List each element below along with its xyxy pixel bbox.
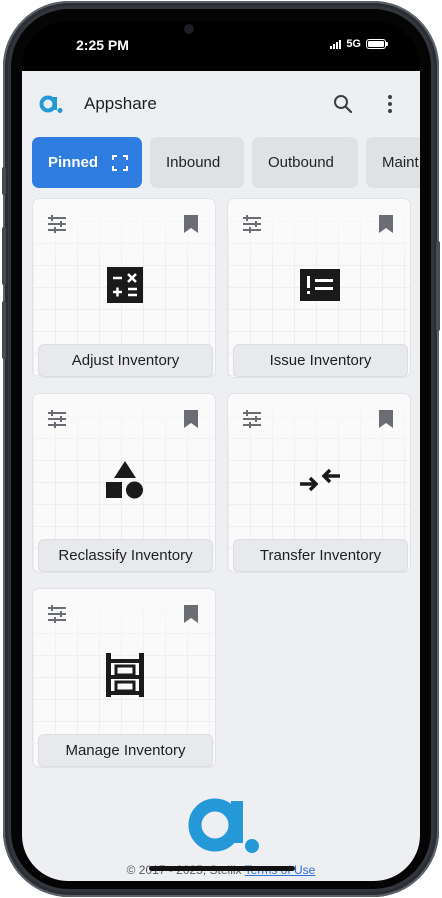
card-label[interactable]: Manage Inventory bbox=[38, 734, 213, 767]
bookmark-icon[interactable] bbox=[183, 604, 199, 624]
arrows-converge-icon bbox=[300, 468, 340, 492]
status-icons: 5G bbox=[330, 38, 388, 50]
tab-label: Inbound bbox=[166, 154, 221, 171]
bookmark-icon[interactable] bbox=[183, 409, 199, 429]
volume-up-button bbox=[2, 227, 6, 285]
card-label[interactable]: Reclassify Inventory bbox=[38, 539, 213, 572]
expand-icon bbox=[112, 154, 129, 171]
bookmark-icon[interactable] bbox=[183, 214, 199, 234]
tab-pinned[interactable]: Pinned bbox=[32, 137, 142, 188]
more-options-button[interactable] bbox=[380, 91, 400, 117]
home-indicator[interactable] bbox=[149, 866, 295, 871]
card-manage-inventory[interactable]: Manage Inventory bbox=[32, 588, 216, 768]
app-bar: Appshare bbox=[22, 71, 420, 137]
shelving-icon bbox=[106, 653, 144, 697]
tab-inbound[interactable]: Inbound bbox=[150, 137, 244, 188]
network-label: 5G bbox=[346, 38, 361, 50]
volume-down-button bbox=[2, 301, 6, 359]
bookmark-icon[interactable] bbox=[378, 409, 394, 429]
status-time: 2:25 PM bbox=[76, 37, 129, 53]
search-icon bbox=[334, 95, 353, 114]
battery-icon bbox=[366, 39, 388, 49]
list-alert-icon bbox=[300, 269, 340, 301]
tab-label: Outbound bbox=[268, 154, 334, 171]
card-adjust-inventory[interactable]: Adjust Inventory bbox=[32, 198, 216, 378]
phone-screen: 2:25 PM 5G Appshare Pinned Inbound Outbo… bbox=[22, 21, 420, 881]
card-transfer-inventory[interactable]: Transfer Inventory bbox=[227, 393, 411, 573]
card-label[interactable]: Adjust Inventory bbox=[38, 344, 213, 377]
search-button[interactable] bbox=[330, 91, 356, 117]
calculator-icon bbox=[107, 267, 143, 303]
tab-label: Pinned bbox=[48, 154, 99, 171]
more-vertical-icon bbox=[388, 95, 392, 99]
tune-icon[interactable] bbox=[241, 214, 263, 234]
shapes-icon bbox=[106, 461, 143, 499]
appshare-logo-icon bbox=[39, 95, 63, 113]
signal-icon bbox=[330, 39, 342, 49]
tab-maint[interactable]: Maint bbox=[366, 137, 420, 188]
tab-outbound[interactable]: Outbound bbox=[252, 137, 358, 188]
tune-icon[interactable] bbox=[46, 409, 68, 429]
tune-icon[interactable] bbox=[46, 214, 68, 234]
card-label[interactable]: Transfer Inventory bbox=[233, 539, 408, 572]
action-button bbox=[2, 167, 6, 195]
front-camera bbox=[184, 24, 194, 34]
status-bar: 2:25 PM 5G bbox=[22, 21, 420, 71]
card-label[interactable]: Issue Inventory bbox=[233, 344, 408, 377]
tune-icon[interactable] bbox=[46, 604, 68, 624]
bookmark-icon[interactable] bbox=[378, 214, 394, 234]
card-issue-inventory[interactable]: Issue Inventory bbox=[227, 198, 411, 378]
power-button bbox=[436, 241, 440, 331]
app-title: Appshare bbox=[84, 94, 157, 113]
app-screen: Appshare Pinned Inbound Outbound Maint A… bbox=[22, 71, 420, 881]
category-tabs: Pinned Inbound Outbound Maint bbox=[32, 137, 420, 191]
card-reclassify-inventory[interactable]: Reclassify Inventory bbox=[32, 393, 216, 573]
tune-icon[interactable] bbox=[241, 409, 263, 429]
tab-label: Maint bbox=[382, 154, 419, 171]
stellix-logo-icon bbox=[188, 798, 259, 853]
